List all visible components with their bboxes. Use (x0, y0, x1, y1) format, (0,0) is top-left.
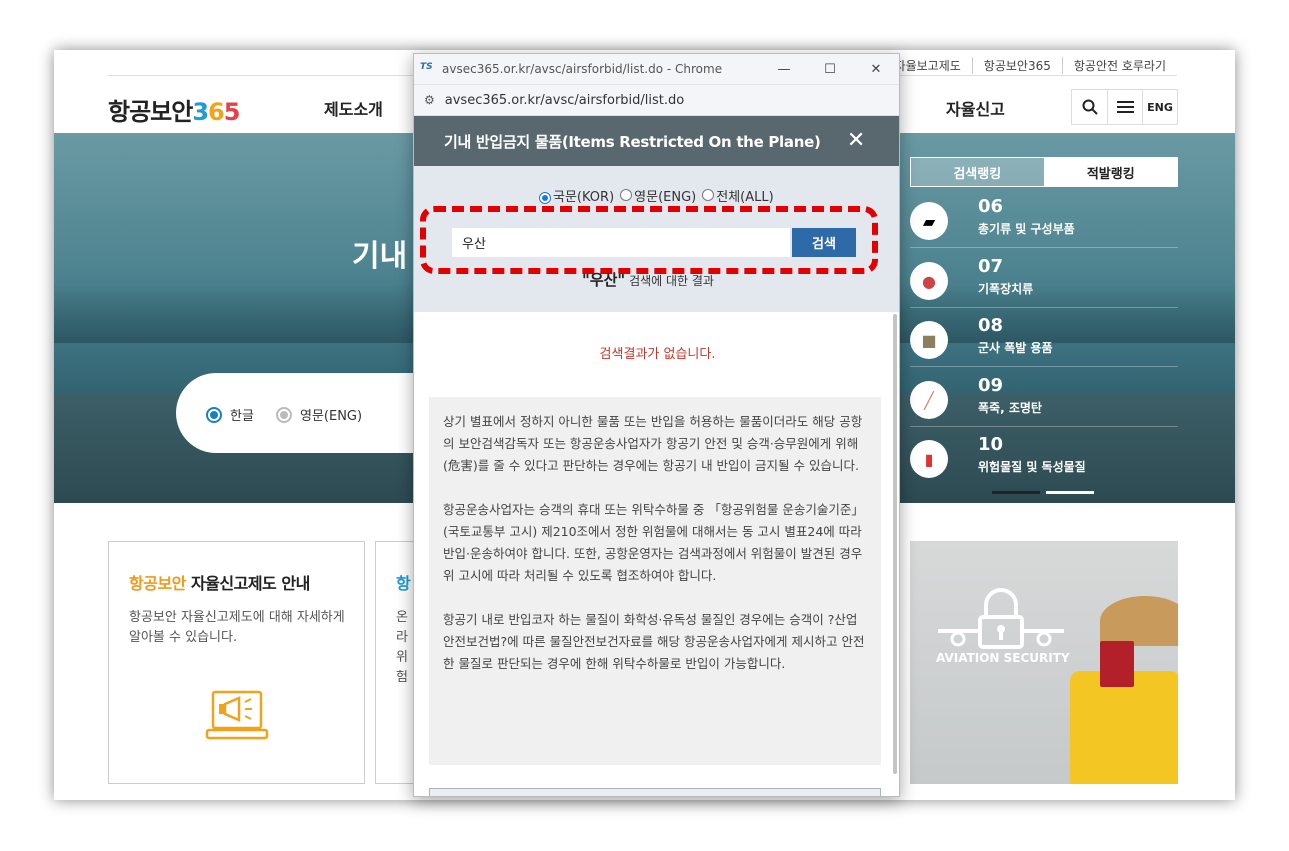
megaphone-laptop-icon (205, 690, 269, 740)
card-self-report-guide[interactable]: 항공보안 자율신고제도 안내 항공보안 자율신고제도에 대해 자세하게 알아볼 … (108, 541, 365, 784)
logo-digit-5: 5 (223, 98, 241, 126)
detonator-icon: ● (910, 262, 948, 300)
firework-icon: ╱ (910, 381, 948, 419)
ranking-item[interactable]: ╱ 09 폭죽, 조명탄 (910, 375, 1178, 427)
passport-image (1100, 641, 1134, 687)
site-info-icon[interactable]: ⚙ (424, 93, 435, 107)
card-title: 항공보안 자율신고제도 안내 (129, 574, 310, 593)
utility-links: 자율보고제도 항공보안365 항공안전 호루라기 (884, 57, 1177, 74)
address-bar[interactable]: ⚙ avsec365.or.kr/avsc/airsforbid/list.do (414, 84, 899, 116)
hero-radio-english-label: 영문(ENG) (300, 409, 363, 424)
hat-image (1100, 596, 1178, 646)
notice-paragraph: 상기 별표에서 정하지 아니한 물품 또는 반입을 허용하는 물품이더라도 해당… (443, 414, 863, 473)
hero-radio-korean-label: 한글 (230, 409, 254, 424)
popup-close-icon[interactable]: ✕ (847, 128, 865, 153)
close-window-button[interactable]: ✕ (853, 54, 899, 84)
radio-kor[interactable]: 국문(KOR) (539, 186, 614, 205)
hamburger-icon (1116, 101, 1134, 113)
card-title: 항 (396, 574, 411, 593)
tab-search-ranking[interactable]: 검색랭킹 (911, 158, 1045, 186)
suitcase-image (1070, 671, 1178, 784)
site-favicon-icon: TS (420, 62, 433, 72)
no-result-message: 검색결과가 없습니다. (599, 347, 716, 362)
ranking-item[interactable]: ■ 08 군사 폭발 용품 (910, 315, 1178, 367)
header-buttons: ENG (1071, 89, 1178, 125)
notice-paragraph: 항공기 내로 반입코자 하는 물질이 화학성·유독성 물질인 경우에는 승객이 … (443, 612, 865, 671)
ranking-tabs: 검색랭킹 적발랭킹 (910, 157, 1178, 187)
ranking-number: 10 (978, 434, 1004, 455)
chrome-popup-window: TS avsec365.or.kr/avsc/airsforbid/list.d… (413, 53, 900, 797)
window-titlebar[interactable]: TS avsec365.or.kr/avsc/airsforbid/list.d… (414, 54, 899, 84)
radio-checked-icon (206, 406, 222, 423)
maximize-button[interactable]: ☐ (807, 54, 853, 84)
promo-aviation-security[interactable]: AVIATION SECURITY (910, 541, 1178, 784)
popup-bottom-panel (429, 788, 881, 796)
ranking-label: 위험물질 및 독성물질 (978, 460, 1086, 474)
radio-all[interactable]: 전체(ALL) (702, 186, 774, 205)
scrollbar[interactable] (893, 314, 897, 774)
ranking-item[interactable]: ● 07 기폭장치류 (910, 256, 1178, 308)
promo-text: AVIATION SECURITY (936, 651, 1070, 665)
maximize-icon: ☐ (824, 61, 836, 77)
hazard-bottle-icon: ▮ (910, 440, 948, 478)
popup-title: 기내 반입금지 물품(Items Restricted On the Plane… (444, 132, 821, 151)
gun-icon: ▰ (910, 202, 948, 240)
ranking-pagination[interactable] (992, 491, 1094, 494)
popup-search-area: 국문(KOR) 영문(ENG) 전체(ALL) 검색 "우산" 검색에 대한 결… (414, 166, 899, 312)
logo-digit-6: 6 (208, 98, 225, 126)
highlight-annotation (420, 206, 878, 274)
lock-plane-icon (938, 588, 1064, 649)
ranking-item[interactable]: ▮ 10 위험물질 및 독성물질 (910, 434, 1178, 486)
hero-radio-english[interactable]: 영문(ENG) (276, 405, 362, 424)
card-description: 항공보안 자율신고제도에 대해 자세하게 알아볼 수 있습니다. (129, 610, 345, 645)
radio-unchecked-icon (620, 189, 633, 201)
ranking-label: 기폭장치류 (978, 282, 1034, 296)
search-icon (1082, 99, 1098, 115)
mine-icon: ■ (910, 321, 948, 359)
logo-text: 항공보안 (108, 98, 193, 126)
ranking-number: 07 (978, 256, 1004, 277)
popup-header: 기내 반입금지 물품(Items Restricted On the Plane… (414, 116, 899, 166)
menu-button[interactable] (1107, 90, 1142, 124)
language-radio-group: 국문(KOR) 영문(ENG) 전체(ALL) (539, 186, 774, 205)
radio-unchecked-icon (276, 406, 292, 423)
logo-digit-3: 3 (192, 98, 209, 126)
ranking-label: 군사 폭발 용품 (978, 341, 1053, 355)
ranking-number: 06 (978, 196, 1004, 217)
radio-unchecked-icon (702, 189, 715, 201)
ranking-number: 08 (978, 315, 1004, 336)
close-icon: ✕ (870, 61, 882, 77)
language-button[interactable]: ENG (1142, 90, 1177, 124)
site-logo[interactable]: 항공보안365 (108, 92, 241, 127)
minimize-button[interactable]: — (761, 54, 807, 84)
util-link-whistle[interactable]: 항공안전 호루라기 (1061, 57, 1177, 74)
notice-paragraph: 항공운송사업자는 승객의 휴대 또는 위탁수하물 중 「항공위험물 운송기술기준… (443, 502, 864, 583)
radio-checked-icon (539, 192, 551, 204)
url-text: avsec365.or.kr/avsc/airsforbid/list.do (444, 92, 685, 108)
ranking-label: 폭죽, 조명탄 (978, 401, 1042, 415)
nav-item-intro[interactable]: 제도소개 (324, 96, 383, 120)
nav-item-report[interactable]: 자율신고 (946, 96, 1005, 120)
window-title: avsec365.or.kr/avsc/airsforbid/list.do -… (442, 62, 723, 76)
ranking-number: 09 (978, 375, 1004, 396)
util-link-avsec365[interactable]: 항공보안365 (971, 57, 1062, 74)
minimize-icon: — (777, 61, 791, 77)
search-result-caption: "우산" 검색에 대한 결과 (582, 271, 714, 289)
tab-detect-ranking[interactable]: 적발랭킹 (1044, 158, 1177, 186)
hero-radio-korean[interactable]: 한글 (206, 405, 254, 424)
hero-title: 기내 (352, 239, 408, 274)
search-button[interactable] (1072, 90, 1107, 124)
ranking-item[interactable]: ▰ 06 총기류 및 구성부품 (910, 196, 1178, 248)
radio-eng[interactable]: 영문(ENG) (620, 186, 696, 205)
notice-box: 상기 별표에서 정하지 아니한 물품 또는 반입을 허용하는 물품이더라도 해당… (429, 397, 881, 765)
ranking-label: 총기류 및 구성부품 (978, 222, 1075, 236)
